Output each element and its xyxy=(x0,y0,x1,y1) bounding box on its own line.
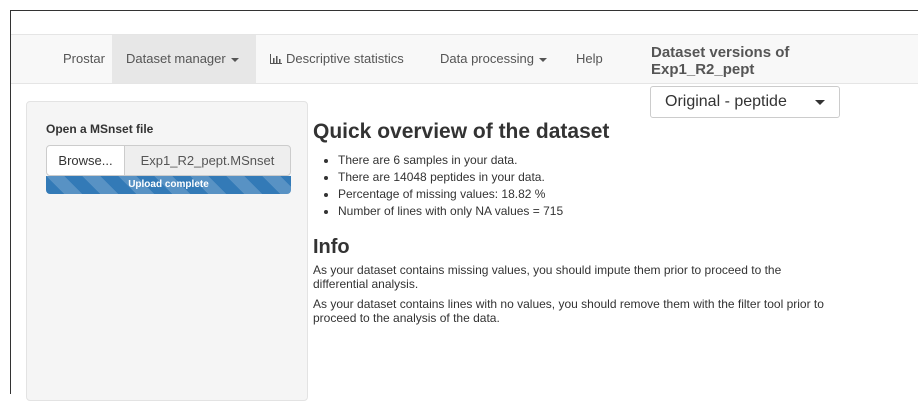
window-frame-top xyxy=(10,10,918,11)
upload-progress: Upload complete xyxy=(46,176,291,194)
version-select-value: Original - peptide xyxy=(665,93,787,110)
nav-dataset-manager[interactable]: Dataset manager xyxy=(112,35,256,83)
nav-dataset-manager-label: Dataset manager xyxy=(126,51,226,66)
file-name-field[interactable]: Exp1_R2_pept.MSnset xyxy=(124,145,291,176)
list-item: Number of lines with only NA values = 71… xyxy=(338,203,903,220)
chevron-down-icon xyxy=(815,100,825,105)
file-input: Browse... Exp1_R2_pept.MSnset xyxy=(46,145,291,176)
nav-data-processing-label: Data processing xyxy=(440,51,534,66)
open-msnset-label: Open a MSnset file xyxy=(46,122,154,136)
nav-data-processing[interactable]: Data processing xyxy=(426,35,561,83)
list-item: There are 14048 peptides in your data. xyxy=(338,169,903,186)
overview-title: Quick overview of the dataset xyxy=(313,120,610,143)
dataset-versions-title: Dataset versions of Exp1_R2_pept xyxy=(651,44,790,78)
overview-list: There are 6 samples in your data. There … xyxy=(313,152,903,220)
info-title: Info xyxy=(313,236,350,258)
nav-brand-label: Prostar xyxy=(63,51,105,66)
upload-progress-bar: Upload complete xyxy=(46,176,291,194)
bar-chart-icon xyxy=(270,54,282,64)
sidebar-panel: Open a MSnset file Browse... Exp1_R2_pep… xyxy=(26,101,308,401)
info-empty-lines: As your dataset contains lines with no v… xyxy=(313,297,824,325)
list-item: There are 6 samples in your data. xyxy=(338,152,903,169)
nav-descriptive-statistics-label: Descriptive statistics xyxy=(286,51,404,66)
nav-brand-prostar[interactable]: Prostar xyxy=(49,35,119,83)
main-content: Quick overview of the dataset There are … xyxy=(313,118,903,325)
chevron-down-icon xyxy=(538,57,547,62)
list-item: Percentage of missing values: 18.82 % xyxy=(338,186,903,203)
nav-help-label: Help xyxy=(576,51,603,66)
version-select[interactable]: Original - peptide xyxy=(650,86,840,118)
browse-button[interactable]: Browse... xyxy=(46,145,125,176)
chevron-down-icon xyxy=(230,57,239,62)
nav-help[interactable]: Help xyxy=(562,35,617,83)
nav-descriptive-statistics[interactable]: Descriptive statistics xyxy=(256,35,418,83)
info-missing-values: As your dataset contains missing values,… xyxy=(313,263,782,291)
